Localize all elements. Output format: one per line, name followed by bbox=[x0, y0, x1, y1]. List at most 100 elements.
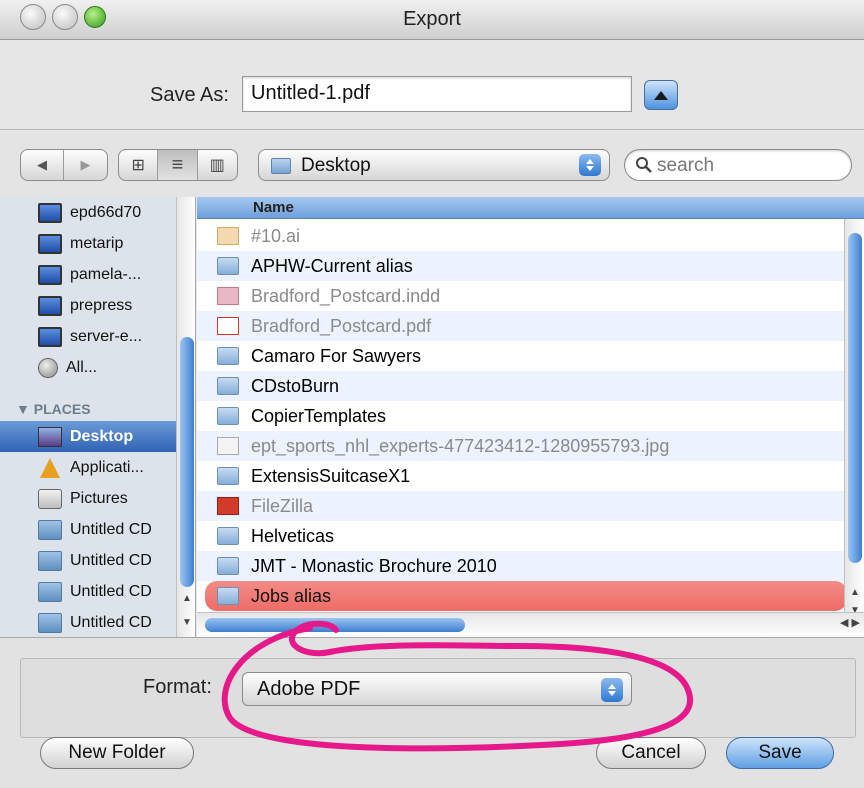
file-name: Bradford_Postcard.indd bbox=[251, 285, 441, 306]
list-view-button[interactable]: ≡ bbox=[158, 150, 198, 180]
icon-view-button[interactable]: ⊞ bbox=[119, 150, 159, 180]
list-item[interactable]: Camaro For Sawyers bbox=[197, 341, 847, 371]
monitor-icon bbox=[38, 264, 62, 285]
file-name: Camaro For Sawyers bbox=[251, 345, 422, 366]
sidebar-item-all[interactable]: All... bbox=[0, 352, 176, 383]
folder-alias-icon bbox=[217, 587, 239, 605]
search-field[interactable]: search bbox=[624, 149, 852, 181]
file-name: #10.ai bbox=[251, 225, 301, 246]
sidebar-scrollbar[interactable]: ▲ ▼ bbox=[176, 197, 195, 637]
list-view-icon: ≡ bbox=[171, 153, 184, 176]
sidebar-item-metarip[interactable]: metarip bbox=[0, 228, 176, 259]
list-item[interactable]: Bradford_Postcard.indd bbox=[197, 281, 847, 311]
list-item[interactable]: APHW-Current alias bbox=[197, 251, 847, 281]
sidebar-item-untitled-cd[interactable]: Untitled CD bbox=[0, 514, 176, 545]
cd-icon bbox=[38, 519, 62, 540]
format-value: Adobe PDF bbox=[257, 678, 361, 700]
sidebar-item-epd66d70[interactable]: epd66d70 bbox=[0, 197, 176, 228]
sidebar-item-pictures[interactable]: Pictures bbox=[0, 483, 176, 514]
sidebar-item-untitled-cd[interactable]: Untitled CD bbox=[0, 576, 176, 607]
folder-icon bbox=[217, 347, 239, 365]
file-name: ept_sports_nhl_experts-477423412-1280955… bbox=[251, 435, 670, 456]
file-name: CDstoBurn bbox=[251, 375, 340, 396]
new-folder-button[interactable]: New Folder bbox=[40, 737, 194, 769]
file-list-vertical-scrollbar[interactable]: ▲ ▼ bbox=[844, 219, 864, 637]
location-popup[interactable]: Desktop bbox=[258, 149, 610, 181]
pictures-icon bbox=[38, 488, 62, 509]
forward-button[interactable]: ▶ bbox=[64, 150, 107, 180]
save-as-input[interactable]: Untitled-1.pdf bbox=[242, 76, 632, 112]
format-popup[interactable]: Adobe PDF bbox=[242, 672, 632, 706]
browser-toolbar: ◀ ▶ ⊞ ≡ ▥ Desktop search bbox=[0, 131, 864, 197]
folder-alias-icon bbox=[217, 257, 239, 275]
sidebar-item-label: Untitled CD bbox=[70, 551, 152, 569]
folder-icon bbox=[271, 158, 291, 174]
sidebar: epd66d70 metarip pamela-... prepress ser… bbox=[0, 197, 196, 637]
file-list-horizontal-scrollbar[interactable]: ◀ ▶ bbox=[197, 612, 864, 637]
cancel-button[interactable]: Cancel bbox=[596, 737, 706, 769]
list-item[interactable]: CopierTemplates bbox=[197, 401, 847, 431]
back-button[interactable]: ◀ bbox=[21, 150, 65, 180]
sidebar-item-label: prepress bbox=[70, 296, 133, 314]
file-list: Name #10.ai APHW-Current alias Bradford_… bbox=[197, 197, 864, 637]
list-item[interactable]: JMT - Monastic Brochure 2010 bbox=[197, 551, 847, 581]
scroll-down-icon[interactable]: ▼ bbox=[182, 617, 192, 628]
sidebar-item-prepress[interactable]: prepress bbox=[0, 290, 176, 321]
list-item[interactable]: ExtensisSuitcaseX1 bbox=[197, 461, 847, 491]
window-title: Export bbox=[403, 8, 461, 30]
horizontal-scroll-thumb[interactable] bbox=[205, 618, 465, 632]
list-item-selected[interactable]: Jobs alias bbox=[205, 581, 847, 611]
popup-arrows-icon bbox=[579, 154, 601, 176]
sidebar-item-pamela[interactable]: pamela-... bbox=[0, 259, 176, 290]
file-name: Jobs alias bbox=[251, 585, 332, 606]
sidebar-item-desktop[interactable]: Desktop bbox=[0, 421, 176, 452]
list-item[interactable]: #10.ai bbox=[197, 221, 847, 251]
sidebar-item-label: Untitled CD bbox=[70, 613, 152, 631]
scroll-up-icon[interactable]: ▲ bbox=[182, 593, 192, 604]
sidebar-item-untitled-cd[interactable]: Untitled CD bbox=[0, 607, 176, 637]
sidebar-scroll-thumb[interactable] bbox=[180, 337, 194, 587]
scroll-up-icon[interactable]: ▲ bbox=[850, 587, 860, 598]
applications-icon bbox=[38, 457, 62, 478]
list-item[interactable]: Helveticas bbox=[197, 521, 847, 551]
column-view-icon: ▥ bbox=[209, 157, 225, 174]
desktop-icon bbox=[38, 426, 62, 447]
list-item[interactable]: CDstoBurn bbox=[197, 371, 847, 401]
back-arrow-icon: ◀ bbox=[37, 157, 47, 172]
collapse-dialog-button[interactable] bbox=[644, 80, 678, 110]
list-item[interactable]: Bradford_Postcard.pdf bbox=[197, 311, 847, 341]
indd-file-icon bbox=[217, 287, 239, 305]
jpg-file-icon bbox=[217, 437, 239, 455]
file-name: APHW-Current alias bbox=[251, 255, 413, 276]
horizontal-scroll-arrows-icon[interactable]: ◀ ▶ bbox=[840, 616, 860, 629]
monitor-icon bbox=[38, 233, 62, 254]
sidebar-item-untitled-cd[interactable]: Untitled CD bbox=[0, 545, 176, 576]
sidebar-item-label: Applicati... bbox=[70, 458, 144, 476]
folder-icon bbox=[217, 467, 239, 485]
list-item[interactable]: FileZilla bbox=[197, 491, 847, 521]
sidebar-item-applications[interactable]: Applicati... bbox=[0, 452, 176, 483]
sidebar-item-server[interactable]: server-e... bbox=[0, 321, 176, 352]
name-column-label: Name bbox=[253, 199, 294, 216]
format-label: Format: bbox=[143, 676, 212, 698]
sidebar-item-label: server-e... bbox=[70, 327, 143, 345]
sidebar-item-label: epd66d70 bbox=[70, 203, 142, 221]
icon-view-icon: ⊞ bbox=[131, 157, 145, 174]
sidebar-item-label: Desktop bbox=[70, 427, 134, 445]
save-button[interactable]: Save bbox=[726, 737, 834, 769]
vertical-scroll-thumb[interactable] bbox=[848, 233, 862, 563]
view-mode-segmented-control: ⊞ ≡ ▥ bbox=[118, 149, 238, 181]
list-item[interactable]: ept_sports_nhl_experts-477423412-1280955… bbox=[197, 431, 847, 461]
pdf-file-icon bbox=[217, 317, 239, 335]
cd-icon bbox=[38, 612, 62, 633]
dialog-footer: Format: Adobe PDF New Folder Cancel Save bbox=[0, 637, 864, 788]
file-name: Bradford_Postcard.pdf bbox=[251, 315, 432, 336]
monitor-icon bbox=[38, 295, 62, 316]
triangle-up-icon bbox=[654, 90, 668, 100]
folder-icon bbox=[217, 557, 239, 575]
filezilla-icon bbox=[217, 497, 239, 515]
sidebar-item-label: pamela-... bbox=[70, 265, 142, 283]
name-column-header[interactable]: Name bbox=[197, 197, 864, 219]
places-header[interactable]: ▼ PLACES bbox=[16, 401, 91, 417]
column-view-button[interactable]: ▥ bbox=[198, 150, 237, 180]
